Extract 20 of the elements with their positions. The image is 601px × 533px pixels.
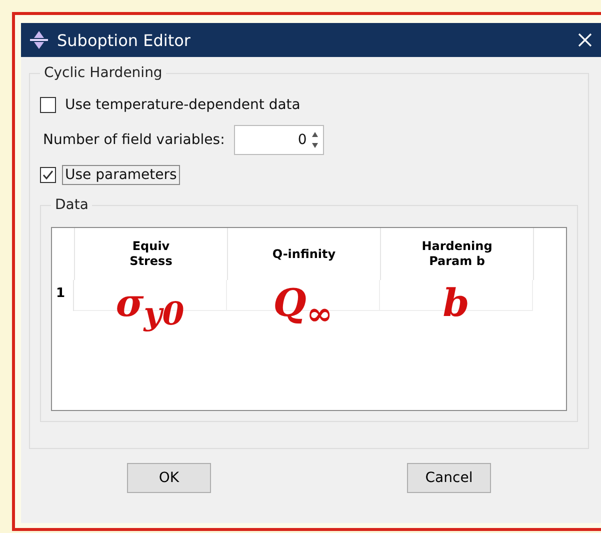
close-icon[interactable] bbox=[577, 32, 593, 48]
column-header: Equiv Stress bbox=[75, 228, 228, 280]
checkbox[interactable] bbox=[40, 97, 56, 113]
window-title: Suboption Editor bbox=[57, 30, 192, 50]
column-header: Q-infinity bbox=[228, 228, 381, 280]
column-header: Hardening Param b bbox=[381, 228, 534, 280]
formula-annotation: Q$_{∞}$ bbox=[273, 284, 333, 330]
checkbox-label[interactable]: Use temperature-dependent data bbox=[62, 95, 304, 115]
row-number: 1 bbox=[52, 280, 74, 311]
dialog-button[interactable]: OK bbox=[127, 463, 211, 493]
checkbox[interactable] bbox=[40, 167, 56, 183]
group-title: Cyclic Hardening bbox=[43, 65, 164, 81]
formula-annotation: b bbox=[442, 284, 470, 322]
number-spinner[interactable]: 0 bbox=[234, 125, 324, 155]
checkbox-label[interactable]: Use parameters bbox=[62, 165, 180, 185]
field-label: Number of field variables: bbox=[42, 131, 226, 150]
group-title: Data bbox=[54, 197, 90, 213]
formula-annotation: σ$_{y0}$ bbox=[116, 284, 184, 330]
app-icon bbox=[29, 30, 49, 50]
dialog-button[interactable]: Cancel bbox=[407, 463, 491, 493]
